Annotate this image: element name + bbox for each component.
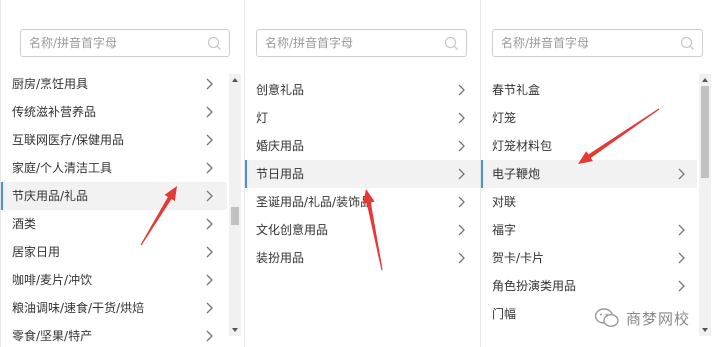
list-item-label: 厨房/烹饪用具: [12, 77, 89, 91]
chevron-right-icon: [206, 218, 213, 230]
list-item-label: 传统滋补营养品: [12, 105, 97, 119]
list-item-label: 居家日用: [12, 245, 61, 259]
scroll-up-icon[interactable]: [231, 76, 239, 84]
scroll-down-icon[interactable]: [231, 326, 239, 334]
list-item[interactable]: 零食/坚果/特产: [1, 322, 227, 347]
list-item-label: 创意礼品: [256, 83, 305, 97]
category-list: 创意礼品灯婚庆用品节日用品圣诞用品/礼品/装饰品 文化创意用品 装扮用品: [245, 70, 481, 347]
chevron-right-icon: [206, 330, 213, 342]
list-item-label: 角色扮演类用品: [492, 279, 577, 293]
list-item-label: 零食/坚果/特产: [12, 329, 93, 343]
search-box[interactable]: [256, 29, 467, 57]
list-item-label: 门幅: [492, 307, 517, 321]
list-item-label: 酒类: [12, 217, 37, 231]
search-icon[interactable]: [680, 36, 695, 51]
list-item[interactable]: 居家日用: [1, 238, 227, 266]
chevron-right-icon: [458, 112, 465, 124]
list-item-label: 电子鞭炮: [492, 167, 541, 181]
list-item-label: 粮油调味/速食/干货/烘焙: [12, 301, 145, 315]
scrollbar[interactable]: [229, 74, 241, 336]
chevron-right-icon: [206, 274, 213, 286]
chevron-right-icon: [206, 78, 213, 90]
chevron-right-icon: [206, 246, 213, 258]
list-item[interactable]: 婚庆用品: [245, 132, 481, 160]
chevron-right-icon: [458, 224, 465, 236]
list-item[interactable]: 灯: [245, 104, 481, 132]
chevron-right-icon: [458, 168, 465, 180]
list-item[interactable]: 厨房/烹饪用具: [1, 70, 227, 98]
chevron-right-icon: [206, 134, 213, 146]
chevron-right-icon: [458, 140, 465, 152]
list-item[interactable]: 酒类: [1, 210, 227, 238]
chevron-right-icon: [458, 196, 465, 208]
list-item-label: 灯笼材料包: [492, 139, 553, 153]
list-item-label: 婚庆用品: [256, 139, 305, 153]
list-item[interactable]: 福字: [481, 216, 697, 244]
list-item[interactable]: 贺卡/卡片: [481, 244, 697, 272]
list-item-label: 文化创意用品: [256, 223, 329, 237]
category-list: 厨房/烹饪用具 传统滋补营养品互联网医疗/保健用品 家庭/个人清洁工具 节庆用品/礼品…: [1, 70, 245, 347]
list-item[interactable]: 灯笼材料包: [481, 132, 697, 160]
list-item-label: 咖啡/麦片/冲饮: [12, 273, 93, 287]
search-box[interactable]: [492, 29, 703, 57]
chevron-right-icon: [458, 252, 465, 264]
search-icon[interactable]: [444, 36, 459, 51]
list-item-label: 灯笼: [492, 111, 517, 125]
list-item-label: 对联: [492, 195, 517, 209]
category-column-level2: 创意礼品灯婚庆用品节日用品圣诞用品/礼品/装饰品文化创意用品装扮用品: [244, 0, 481, 347]
list-item[interactable]: 春节礼盒: [481, 76, 697, 104]
list-item-label: 互联网医疗/保健用品: [12, 133, 125, 147]
list-item-label: 节日用品: [256, 167, 305, 181]
wechat-icon: [594, 308, 619, 328]
list-item[interactable]: 节日用品: [245, 160, 481, 188]
category-column-level1: 厨房/烹饪用具传统滋补营养品互联网医疗/保健用品家庭/个人清洁工具节庆用品/礼品…: [0, 0, 245, 347]
search-input[interactable]: [257, 30, 435, 56]
list-item[interactable]: 装扮用品: [245, 244, 481, 272]
watermark-text: 商梦网校: [626, 309, 691, 328]
chevron-right-icon: [678, 224, 685, 236]
list-item[interactable]: 粮油调味/速食/干货/烘焙: [1, 294, 227, 322]
list-item[interactable]: 互联网医疗/保健用品: [1, 126, 227, 154]
list-item[interactable]: 创意礼品: [245, 76, 481, 104]
chevron-right-icon: [206, 190, 213, 202]
list-item[interactable]: 咖啡/麦片/冲饮: [1, 266, 227, 294]
scrollbar-thumb[interactable]: [231, 207, 239, 225]
chevron-right-icon: [678, 168, 685, 180]
scrollbar-thumb[interactable]: [701, 86, 709, 178]
scroll-down-icon[interactable]: [701, 326, 709, 334]
search-input[interactable]: [493, 30, 671, 56]
list-item[interactable]: 文化创意用品: [245, 216, 481, 244]
list-item[interactable]: 节庆用品/礼品: [1, 182, 227, 210]
search-input[interactable]: [21, 30, 199, 56]
chevron-right-icon: [206, 302, 213, 314]
scrollbar[interactable]: [699, 74, 711, 336]
list-item-label: 装扮用品: [256, 251, 305, 265]
chevron-right-icon: [678, 252, 685, 264]
chevron-right-icon: [678, 280, 685, 292]
search-icon[interactable]: [207, 36, 222, 51]
list-item-label: 圣诞用品/礼品/装饰品: [256, 195, 373, 209]
list-item-label: 家庭/个人清洁工具: [12, 161, 113, 175]
list-item-label: 贺卡/卡片: [492, 251, 545, 265]
list-item[interactable]: 角色扮演类用品: [481, 272, 697, 300]
list-item[interactable]: 电子鞭炮: [481, 160, 697, 188]
list-item[interactable]: 圣诞用品/礼品/装饰品: [245, 188, 481, 216]
search-box[interactable]: [20, 29, 230, 57]
list-item-label: 春节礼盒: [492, 83, 541, 97]
list-item[interactable]: 家庭/个人清洁工具: [1, 154, 227, 182]
list-item[interactable]: 对联: [481, 188, 697, 216]
chevron-right-icon: [458, 84, 465, 96]
category-column-level3: 春节礼盒灯笼灯笼材料包电子鞭炮对联福字贺卡/卡片角色扮演类用品门幅: [480, 0, 715, 347]
chevron-right-icon: [206, 162, 213, 174]
list-item-label: 福字: [492, 223, 517, 237]
watermark: 商梦网校: [594, 306, 690, 330]
chevron-right-icon: [206, 106, 213, 118]
list-item-label: 灯: [256, 111, 269, 125]
list-item[interactable]: 传统滋补营养品: [1, 98, 227, 126]
list-item[interactable]: 灯笼: [481, 104, 697, 132]
list-item-label: 节庆用品/礼品: [12, 189, 89, 203]
scroll-up-icon[interactable]: [701, 76, 709, 84]
